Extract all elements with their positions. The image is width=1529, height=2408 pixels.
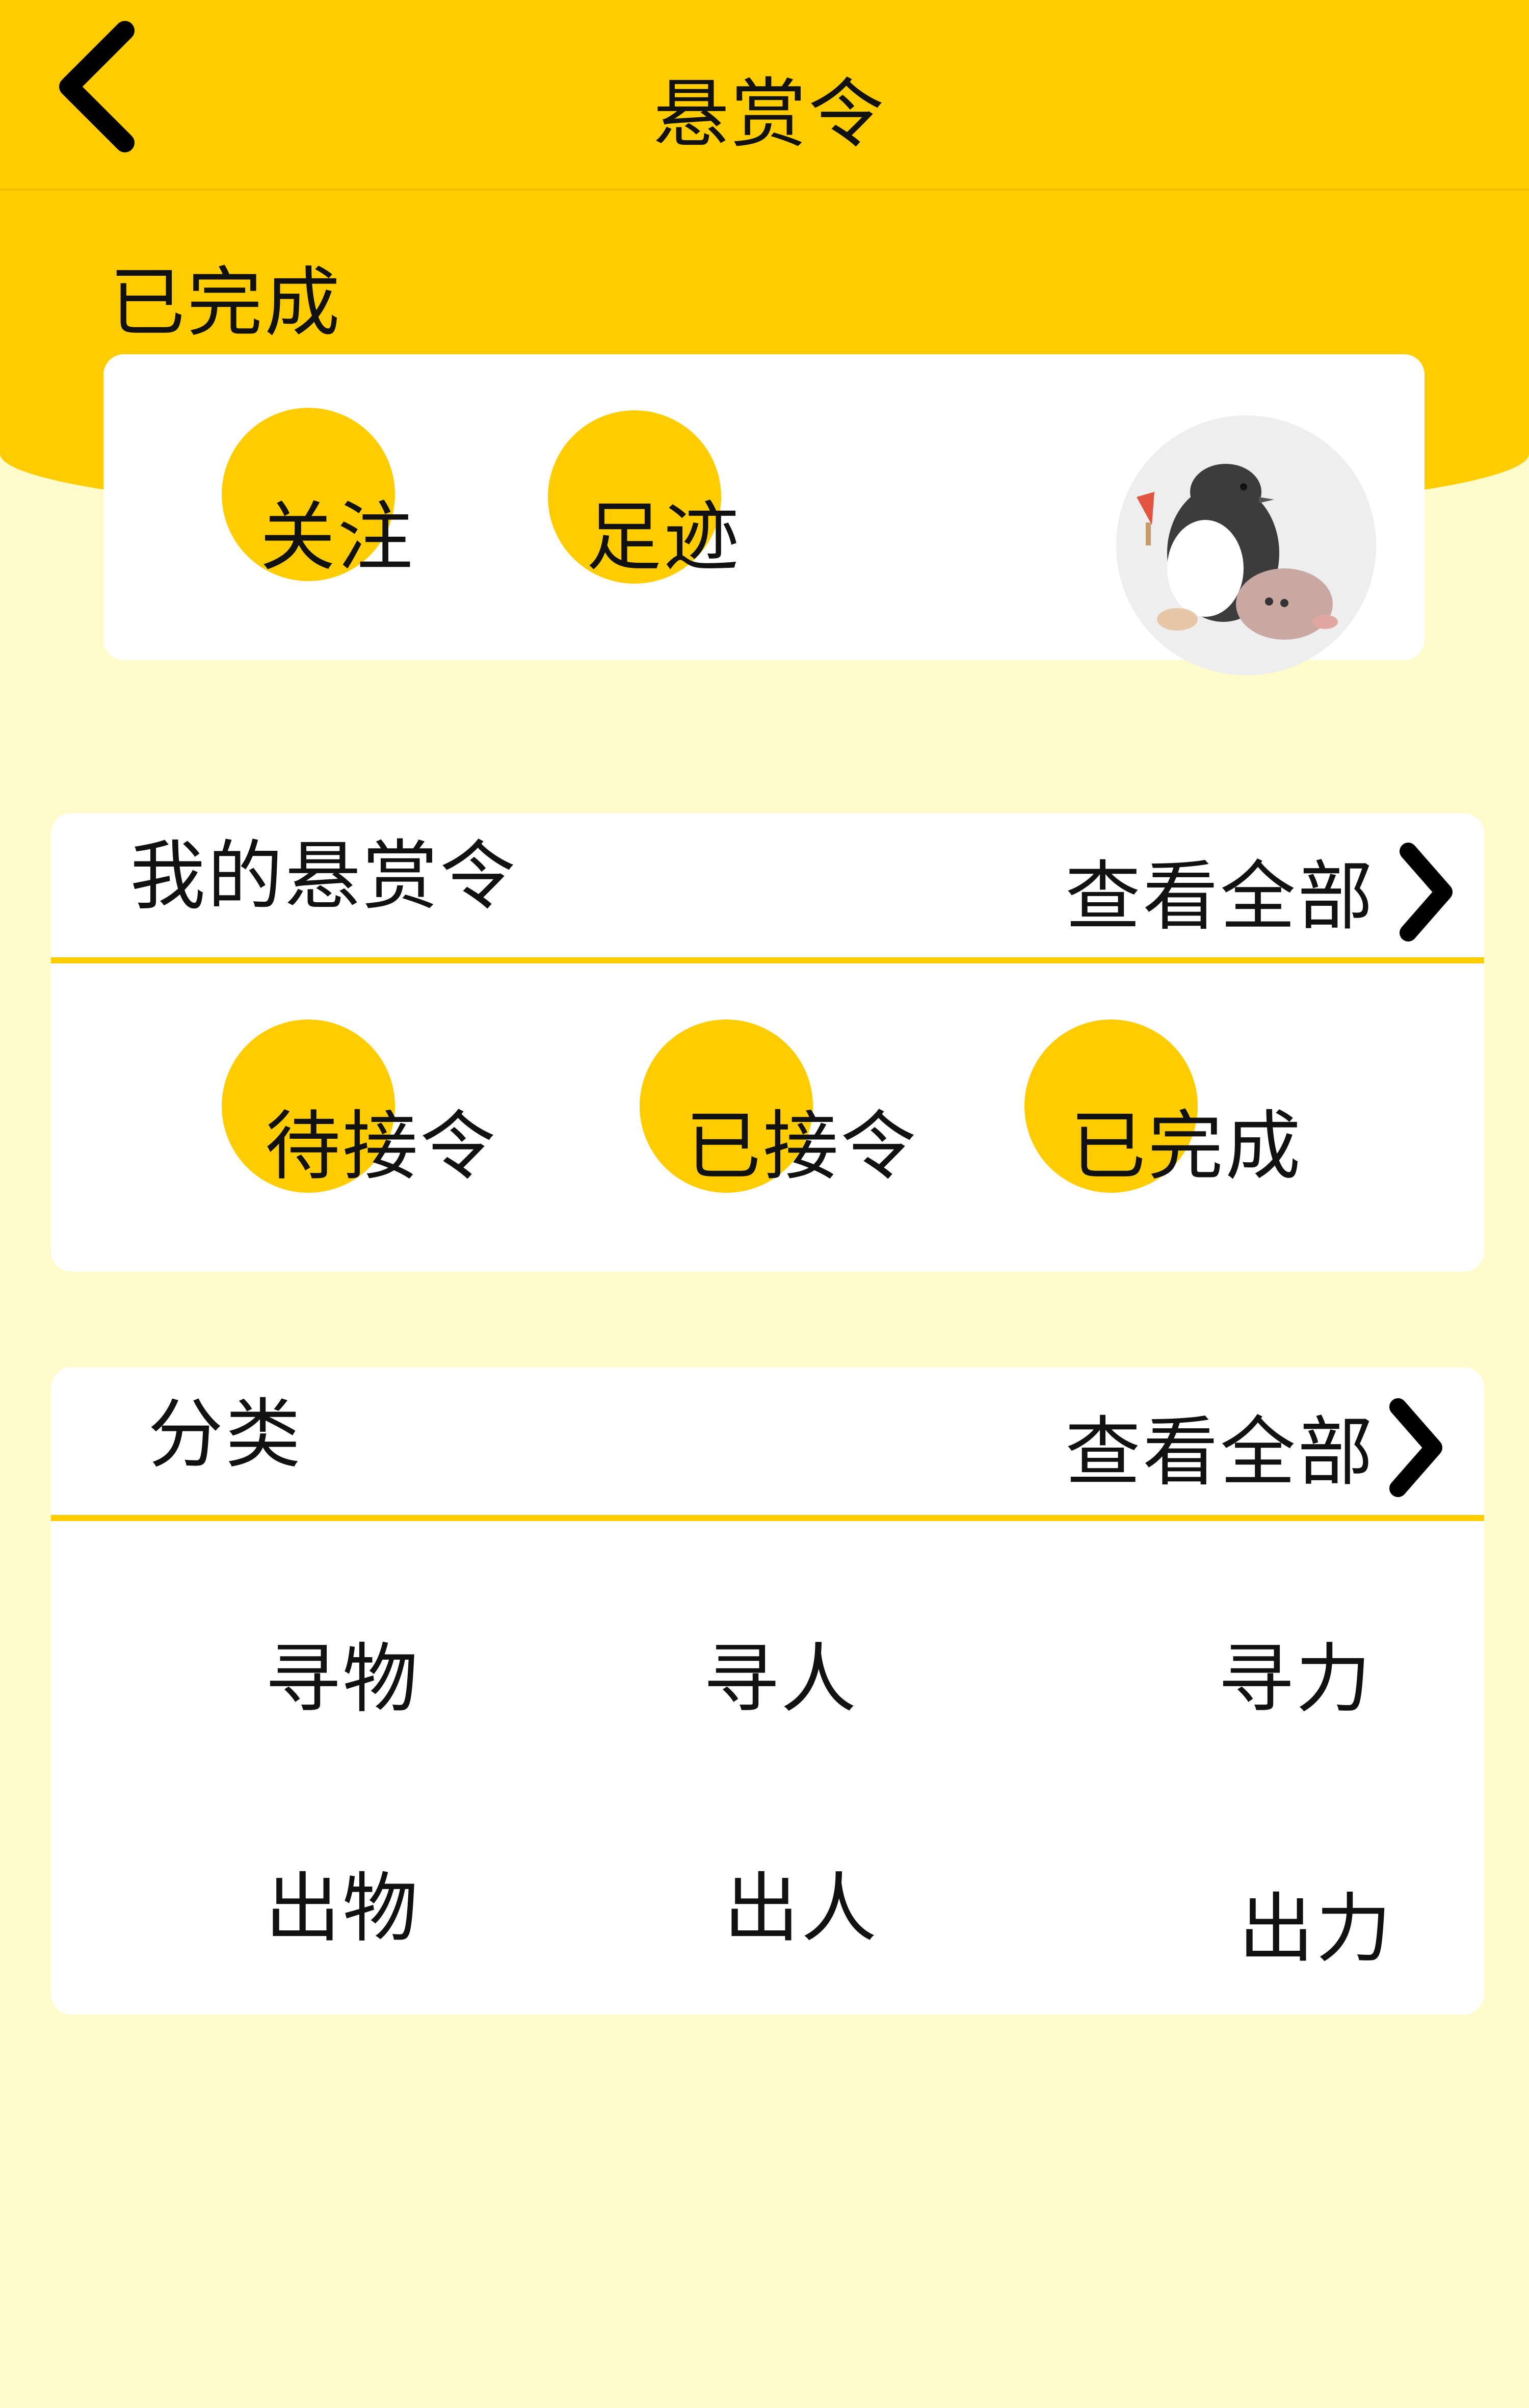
section-divider xyxy=(51,957,1484,963)
category-item-find-person[interactable]: 寻人 xyxy=(703,1641,858,1717)
page-title: 悬赏令 xyxy=(653,70,886,158)
back-arrow-icon[interactable] xyxy=(48,15,145,158)
tab-accepted[interactable]: 已接令 xyxy=(686,1109,918,1184)
section-title-category: 分类 xyxy=(148,1391,303,1478)
view-all-link[interactable]: 查看全部 xyxy=(1065,859,1375,934)
category-item-offer-help[interactable]: 出力 xyxy=(1238,1891,1393,1967)
header-divider xyxy=(0,189,1529,191)
follow-button[interactable]: 关注 xyxy=(260,500,415,575)
chevron-right-icon[interactable] xyxy=(1395,841,1457,943)
avatar[interactable] xyxy=(1116,415,1376,675)
category-item-offer-person[interactable]: 出人 xyxy=(724,1871,879,1946)
penguin-illustration-icon xyxy=(1137,464,1338,640)
tab-completed[interactable]: 已完成 xyxy=(1070,1109,1303,1184)
section-divider xyxy=(51,1515,1484,1521)
chevron-right-icon[interactable] xyxy=(1385,1397,1446,1499)
category-item-offer-item[interactable]: 出物 xyxy=(265,1871,420,1946)
category-item-find-help[interactable]: 寻力 xyxy=(1218,1641,1373,1717)
category-item-find-item[interactable]: 寻物 xyxy=(265,1641,420,1717)
status-label: 已完成 xyxy=(110,259,342,347)
tab-pending[interactable]: 待接令 xyxy=(265,1109,497,1184)
section-title-my-bounty: 我的悬赏令 xyxy=(130,832,517,920)
view-all-link[interactable]: 查看全部 xyxy=(1065,1415,1375,1490)
footprint-button[interactable]: 足迹 xyxy=(586,500,741,575)
